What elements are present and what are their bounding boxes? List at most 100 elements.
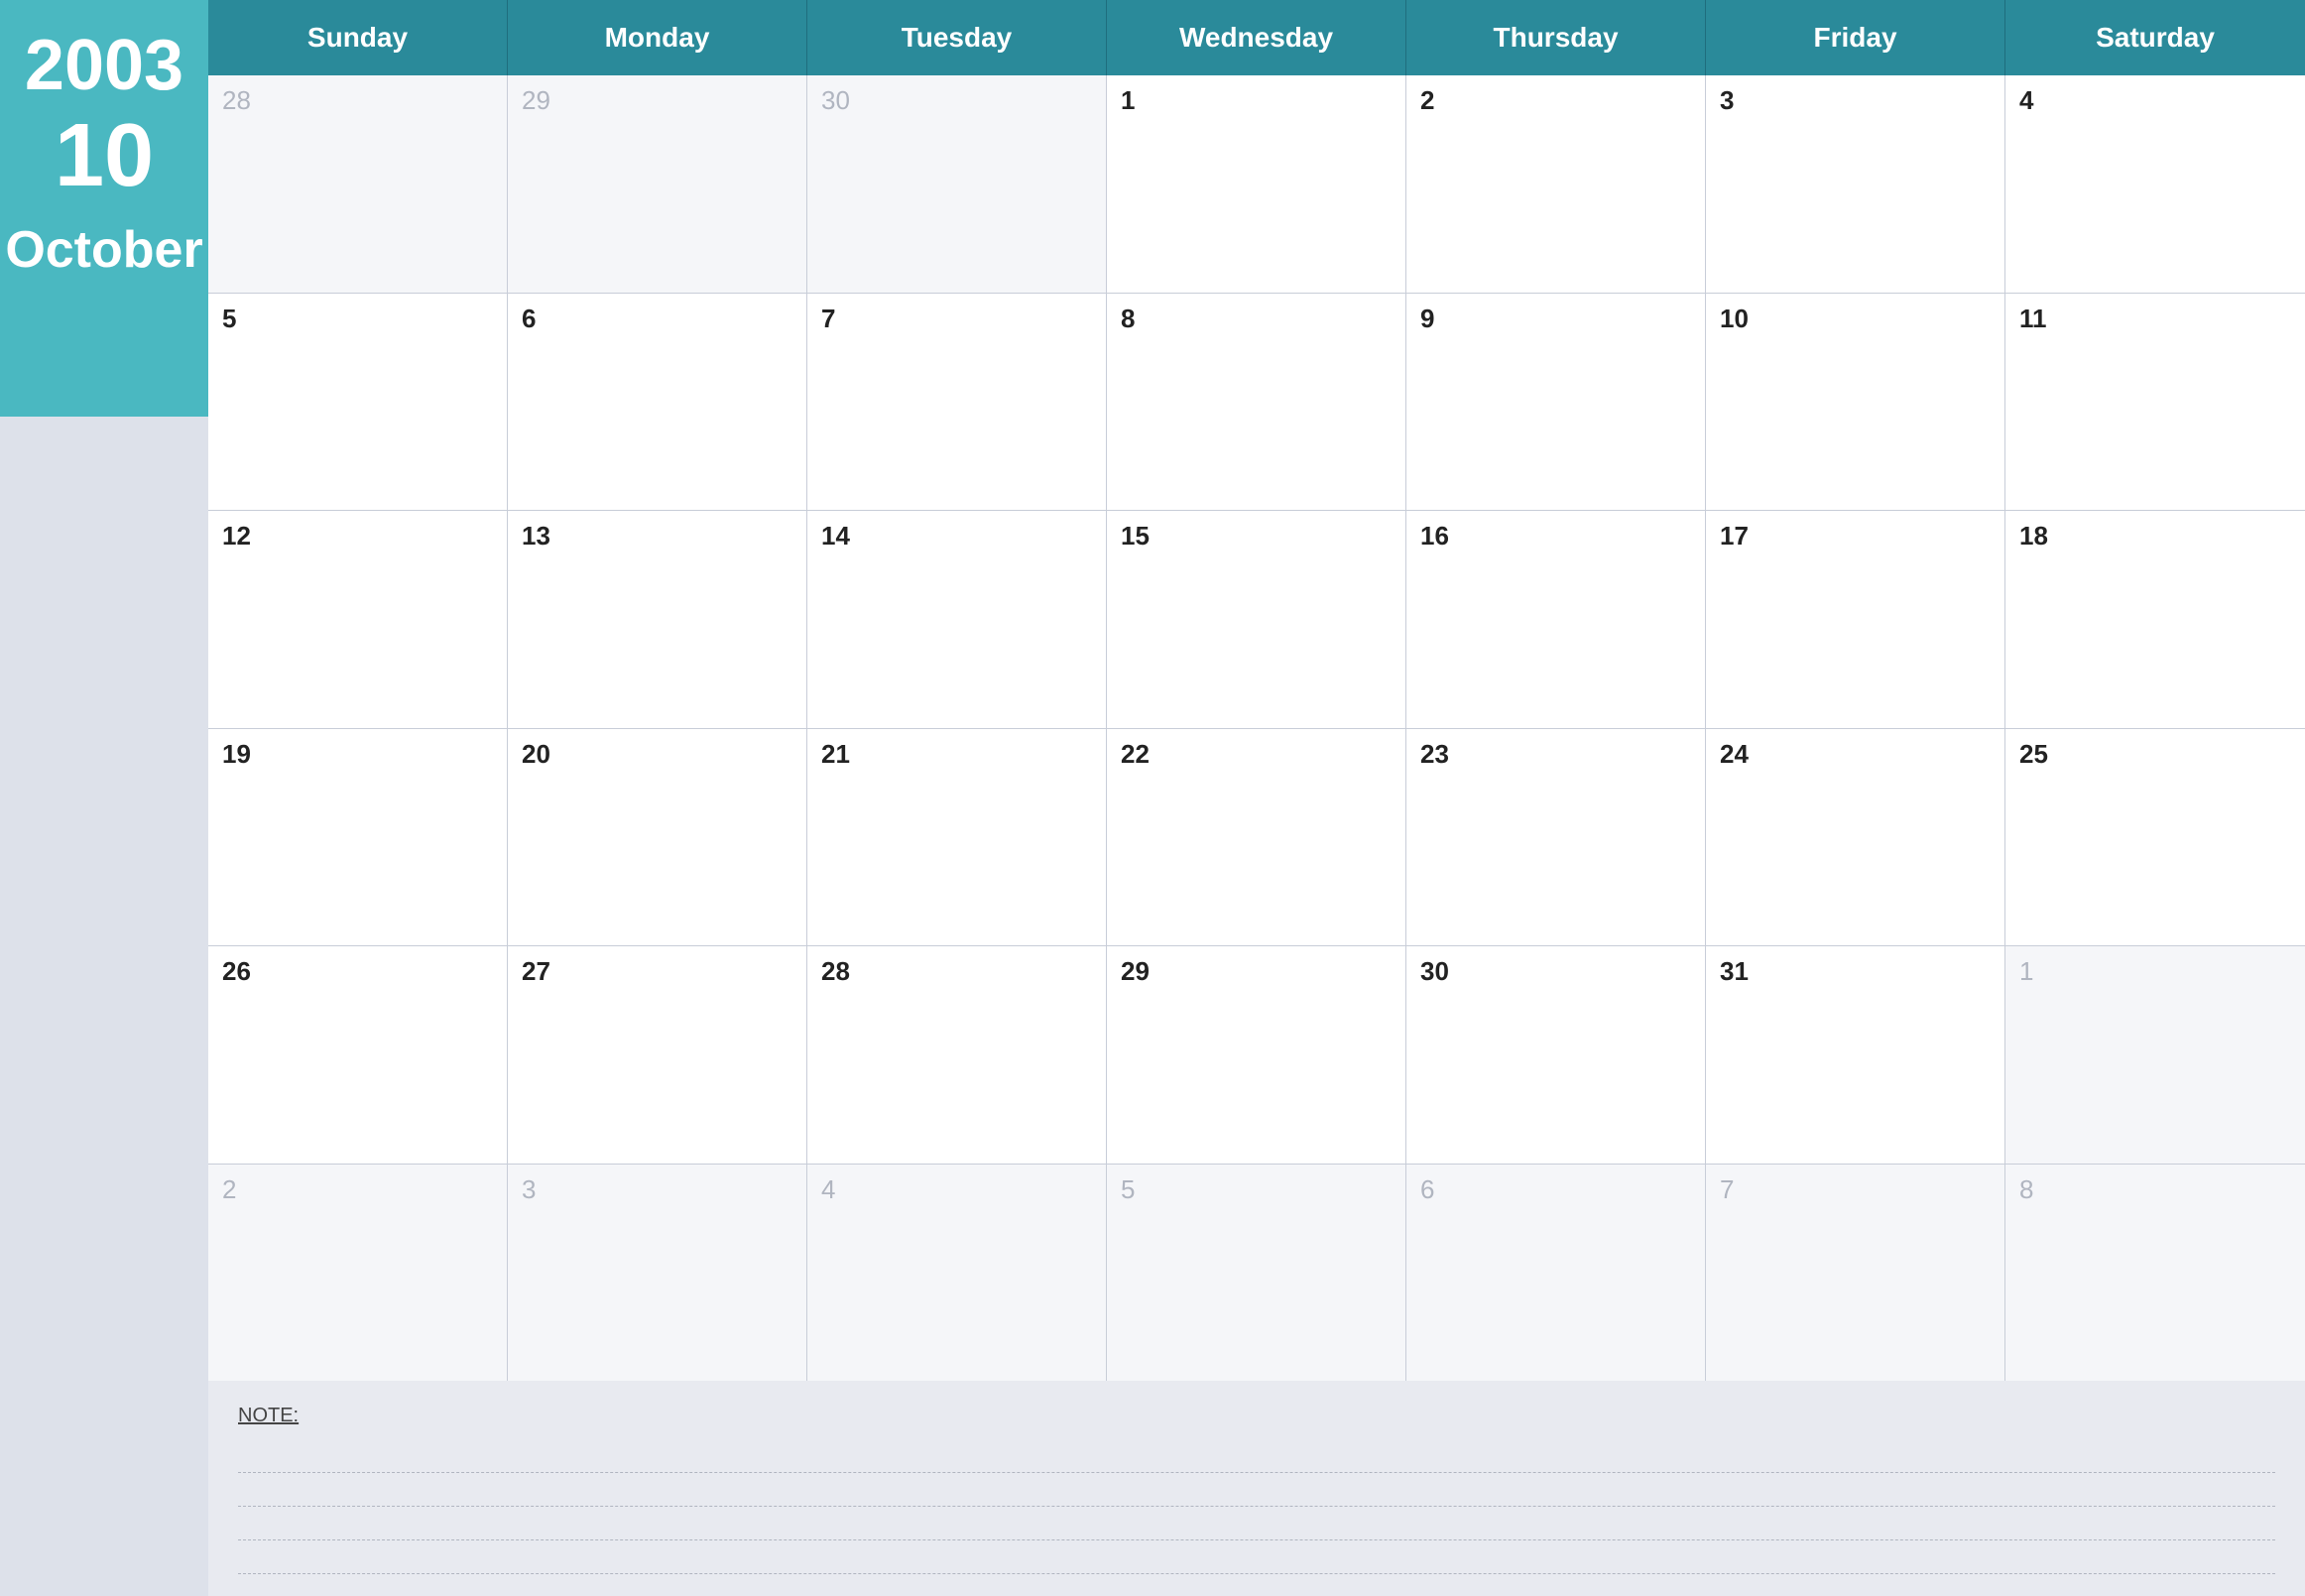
calendar-day-cell[interactable]: 28 [807, 946, 1107, 1164]
calendar-day-cell[interactable]: 1 [1107, 75, 1406, 293]
notes-section: NOTE: [208, 1381, 2305, 1596]
calendar-day-cell[interactable]: 12 [208, 511, 508, 728]
week-row-4: 19 20 21 22 23 24 25 [208, 729, 2305, 947]
day-number: 30 [1420, 956, 1449, 986]
day-number: 21 [821, 739, 850, 769]
day-number: 11 [2019, 304, 2047, 333]
calendar-day-cell[interactable]: 19 [208, 729, 508, 946]
day-header-friday: Friday [1706, 0, 2005, 75]
calendar-day-cell[interactable]: 28 [208, 75, 508, 293]
day-number: 5 [1121, 1174, 1135, 1204]
calendar-page: 2003 10 October SundayMondayTuesdayWedne… [0, 0, 2305, 1596]
day-number: 7 [1720, 1174, 1734, 1204]
calendar-day-cell[interactable]: 30 [1406, 946, 1706, 1164]
day-header-sunday: Sunday [208, 0, 508, 75]
calendar-day-cell[interactable]: 20 [508, 729, 807, 946]
day-number: 4 [2019, 85, 2033, 115]
calendar-day-cell[interactable]: 7 [1706, 1165, 2005, 1382]
note-label: NOTE: [238, 1405, 2275, 1427]
week-row-5: 26 27 28 29 30 31 1 [208, 946, 2305, 1165]
calendar-day-cell[interactable]: 30 [807, 75, 1107, 293]
day-number: 9 [1420, 304, 1434, 333]
day-number: 8 [1121, 304, 1135, 333]
calendar-day-cell[interactable]: 24 [1706, 729, 2005, 946]
calendar-day-cell[interactable]: 2 [1406, 75, 1706, 293]
day-number: 6 [522, 304, 536, 333]
calendar-main: SundayMondayTuesdayWednesdayThursdayFrid… [208, 0, 2305, 1596]
day-number: 23 [1420, 739, 1449, 769]
day-number: 26 [222, 956, 251, 986]
calendar-day-cell[interactable]: 16 [1406, 511, 1706, 728]
day-number: 15 [1121, 521, 1150, 551]
calendar-day-cell[interactable]: 3 [1706, 75, 2005, 293]
year-label: 2003 [25, 30, 183, 101]
calendar-day-cell[interactable]: 3 [508, 1165, 807, 1382]
day-number: 24 [1720, 739, 1749, 769]
month-number-label: 10 [55, 111, 154, 200]
day-number: 1 [2019, 956, 2033, 986]
day-number: 20 [522, 739, 550, 769]
calendar-day-cell[interactable]: 5 [208, 294, 508, 511]
note-line[interactable] [238, 1542, 2275, 1574]
day-number: 4 [821, 1174, 835, 1204]
calendar-grid: SundayMondayTuesdayWednesdayThursdayFrid… [208, 0, 2305, 1381]
calendar-day-cell[interactable]: 11 [2005, 294, 2305, 511]
day-number: 18 [2019, 521, 2048, 551]
day-number: 29 [522, 85, 550, 115]
calendar-day-cell[interactable]: 8 [2005, 1165, 2305, 1382]
day-number: 2 [1420, 85, 1434, 115]
sidebar: 2003 10 October [0, 0, 208, 1596]
day-header-saturday: Saturday [2005, 0, 2305, 75]
calendar-day-cell[interactable]: 14 [807, 511, 1107, 728]
month-name-label: October [5, 220, 202, 280]
calendar-day-cell[interactable]: 27 [508, 946, 807, 1164]
calendar-day-cell[interactable]: 26 [208, 946, 508, 1164]
day-number: 3 [522, 1174, 536, 1204]
day-number: 10 [1720, 304, 1749, 333]
calendar-day-cell[interactable]: 2 [208, 1165, 508, 1382]
day-number: 29 [1121, 956, 1150, 986]
calendar-day-cell[interactable]: 10 [1706, 294, 2005, 511]
calendar-day-cell[interactable]: 15 [1107, 511, 1406, 728]
calendar-day-cell[interactable]: 23 [1406, 729, 1706, 946]
day-number: 8 [2019, 1174, 2033, 1204]
day-number: 27 [522, 956, 550, 986]
calendar-day-cell[interactable]: 9 [1406, 294, 1706, 511]
calendar-day-cell[interactable]: 29 [508, 75, 807, 293]
note-line[interactable] [238, 1441, 2275, 1473]
day-number: 19 [222, 739, 251, 769]
calendar-day-cell[interactable]: 7 [807, 294, 1107, 511]
calendar-day-cell[interactable]: 18 [2005, 511, 2305, 728]
calendar-day-cell[interactable]: 4 [2005, 75, 2305, 293]
day-header-thursday: Thursday [1406, 0, 1706, 75]
week-row-2: 5 6 78 9 10 11 [208, 294, 2305, 512]
calendar-day-cell[interactable]: 8 [1107, 294, 1406, 511]
day-number: 5 [222, 304, 236, 333]
day-number: 30 [821, 85, 850, 115]
calendar-day-cell[interactable]: 21 [807, 729, 1107, 946]
day-number: 14 [821, 521, 850, 551]
calendar-day-cell[interactable]: 25 [2005, 729, 2305, 946]
calendar-day-cell[interactable]: 5 [1107, 1165, 1406, 1382]
day-number: 6 [1420, 1174, 1434, 1204]
note-line[interactable] [238, 1509, 2275, 1540]
day-header-monday: Monday [508, 0, 807, 75]
calendar-day-cell[interactable]: 17 [1706, 511, 2005, 728]
day-number: 31 [1720, 956, 1749, 986]
day-number: 16 [1420, 521, 1449, 551]
calendar-day-cell[interactable]: 1 [2005, 946, 2305, 1164]
day-number: 25 [2019, 739, 2048, 769]
calendar-day-cell[interactable]: 6 [1406, 1165, 1706, 1382]
calendar-day-cell[interactable]: 4 [807, 1165, 1107, 1382]
calendar-day-cell[interactable]: 29 [1107, 946, 1406, 1164]
calendar-day-cell[interactable]: 13 [508, 511, 807, 728]
day-number: 2 [222, 1174, 236, 1204]
day-headers-row: SundayMondayTuesdayWednesdayThursdayFrid… [208, 0, 2305, 75]
calendar-day-cell[interactable]: 22 [1107, 729, 1406, 946]
note-line[interactable] [238, 1475, 2275, 1507]
day-number: 28 [222, 85, 251, 115]
calendar-day-cell[interactable]: 6 [508, 294, 807, 511]
calendar-day-cell[interactable]: 31 [1706, 946, 2005, 1164]
week-row-1: 28 29 30 12 34 [208, 75, 2305, 294]
day-number: 13 [522, 521, 550, 551]
